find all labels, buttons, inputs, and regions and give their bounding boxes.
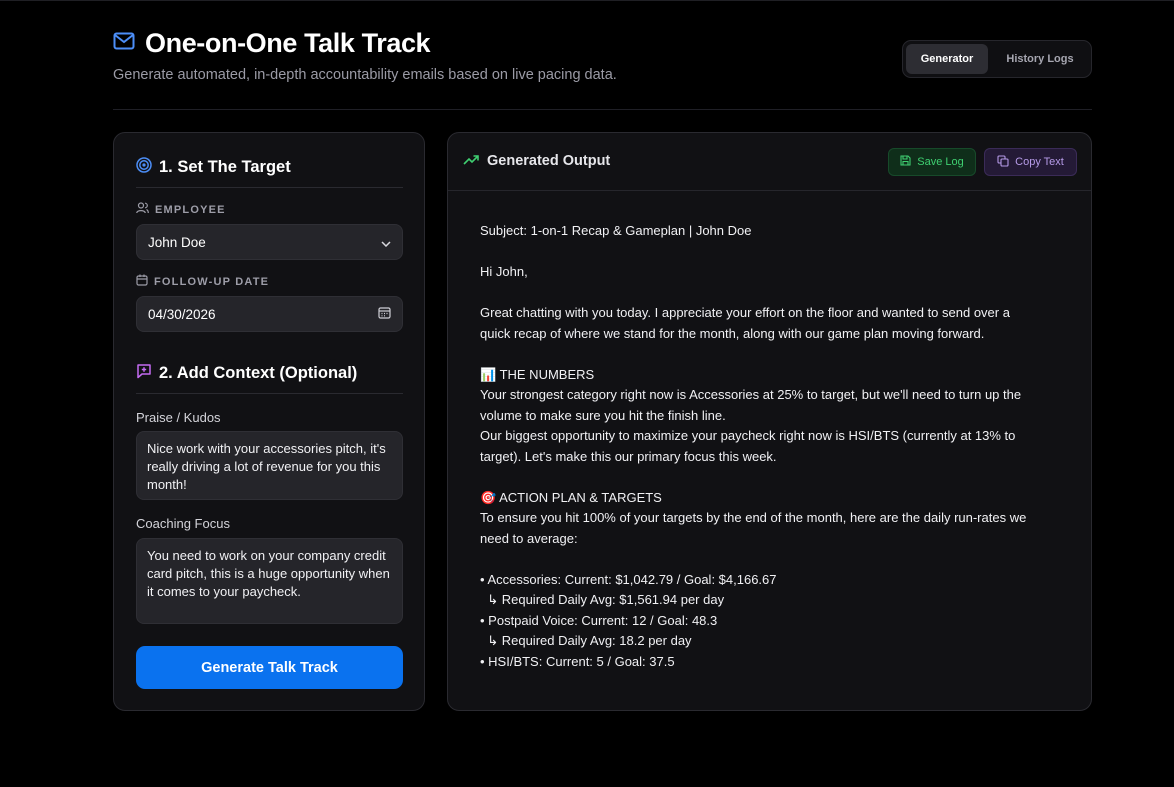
- employee-value: John Doe: [148, 234, 206, 250]
- mail-icon: [113, 32, 135, 55]
- email-line: 🎯 ACTION PLAN & TARGETS: [480, 489, 662, 505]
- output-title-text: Generated Output: [487, 153, 611, 169]
- output-header: Generated Output Save Log Copy Text: [448, 133, 1091, 191]
- page-header: One-on-One Talk Track Generate automated…: [113, 28, 1092, 110]
- generate-talk-track-button[interactable]: Generate Talk Track: [136, 646, 403, 689]
- section-add-context: 2. Add Context (Optional): [136, 363, 357, 384]
- email-blank-line: [480, 467, 1070, 488]
- section-divider: [136, 187, 403, 188]
- copy-icon: [997, 154, 1009, 170]
- tab-history-logs[interactable]: History Logs: [992, 44, 1088, 74]
- top-border: [0, 0, 1174, 1]
- email-blank-line: [480, 242, 1070, 263]
- email-line: need to average:: [480, 530, 578, 546]
- save-log-label: Save Log: [917, 156, 964, 168]
- section-title-text: 2. Add Context (Optional): [159, 364, 358, 382]
- employee-label: EMPLOYEE: [136, 202, 226, 217]
- output-panel: Generated Output Save Log Copy Text Subj…: [447, 132, 1092, 711]
- email-line: • Accessories: Current: $1,042.79 / Goal…: [480, 571, 777, 587]
- output-title: Generated Output: [463, 153, 610, 169]
- tab-generator[interactable]: Generator: [906, 44, 988, 74]
- date-value: 04/30/2026: [148, 306, 216, 322]
- users-icon: [136, 202, 149, 217]
- coaching-label: Coaching Focus: [136, 516, 230, 531]
- header-divider: [113, 109, 1092, 110]
- chevron-down-icon: [381, 235, 391, 250]
- input-panel: 1. Set The Target EMPLOYEE John Doe FOLL…: [113, 132, 425, 711]
- email-line: Your strongest category right now is Acc…: [480, 387, 1022, 402]
- email-line: volume to make sure you hit the finish l…: [480, 407, 726, 423]
- follow-up-date-input[interactable]: 04/30/2026: [136, 296, 403, 332]
- email-blank-line: [480, 344, 1070, 365]
- date-label: FOLLOW-UP DATE: [136, 274, 269, 289]
- email-line: Hi John,: [480, 264, 528, 279]
- email-line: • Postpaid Voice: Current: 12 / Goal: 48…: [480, 612, 718, 628]
- target-icon: [136, 157, 152, 178]
- view-tabs: Generator History Logs: [902, 40, 1092, 78]
- email-line: To ensure you hit 100% of your targets b…: [480, 510, 1027, 525]
- save-log-button[interactable]: Save Log: [888, 148, 976, 176]
- section-title-text: 1. Set The Target: [159, 158, 291, 176]
- email-line: 📊 THE NUMBERS: [480, 366, 595, 382]
- copy-text-button[interactable]: Copy Text: [984, 148, 1077, 176]
- message-plus-icon: [136, 363, 152, 384]
- section-divider: [136, 393, 403, 394]
- copy-text-label: Copy Text: [1015, 156, 1064, 168]
- email-line: target). Let's make this our primary foc…: [480, 448, 777, 464]
- date-label-text: FOLLOW-UP DATE: [154, 275, 270, 288]
- calendar-picker-icon[interactable]: [378, 306, 391, 322]
- email-line: ↳ Required Daily Avg: $1,561.94 per day: [480, 592, 725, 607]
- section-set-target: 1. Set The Target: [136, 157, 291, 178]
- praise-label: Praise / Kudos: [136, 410, 221, 425]
- coaching-textarea[interactable]: You need to work on your company credit …: [136, 538, 403, 624]
- email-blank-line: [480, 283, 1070, 304]
- email-line: Our biggest opportunity to maximize your…: [480, 428, 1016, 443]
- employee-select[interactable]: John Doe: [136, 224, 403, 260]
- email-blank-line: [480, 549, 1070, 570]
- email-line: • HSI/BTS: Current: 5 / Goal: 37.5: [480, 653, 675, 669]
- email-line: Subject: 1-on-1 Recap & Gameplan | John …: [480, 223, 752, 238]
- trending-up-icon: [463, 153, 479, 169]
- email-body: Subject: 1-on-1 Recap & Gameplan | John …: [480, 221, 1070, 672]
- praise-textarea[interactable]: Nice work with your accessories pitch, i…: [136, 431, 403, 500]
- save-icon: [900, 155, 911, 169]
- email-line: quick recap of where we stand for the mo…: [480, 325, 985, 341]
- employee-label-text: EMPLOYEE: [155, 203, 226, 216]
- page-title: One-on-One Talk Track: [145, 28, 431, 58]
- email-line: Great chatting with you today. I appreci…: [480, 305, 1010, 320]
- calendar-icon: [136, 274, 148, 289]
- email-line: ↳ Required Daily Avg: 18.2 per day: [480, 633, 692, 648]
